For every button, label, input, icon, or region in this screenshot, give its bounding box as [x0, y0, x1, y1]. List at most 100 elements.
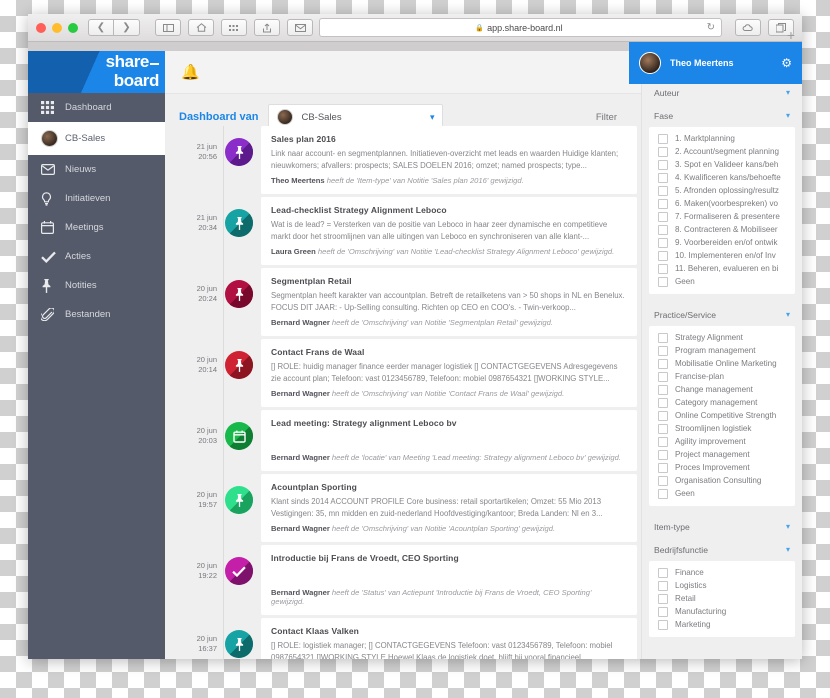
mail-icon[interactable]	[287, 19, 313, 36]
filter-option[interactable]: 10. Implementeren en/of Inv	[649, 249, 795, 262]
filter-option[interactable]: 2. Account/segment planning	[649, 145, 795, 158]
bell-icon[interactable]: 🔔	[181, 63, 200, 81]
checkbox[interactable]	[658, 449, 668, 460]
filter-option[interactable]: 6. Maken(voorbespreken) vo	[649, 197, 795, 210]
checkbox[interactable]	[658, 211, 668, 222]
feed-item[interactable]: 21 jun 20:56 Sales plan 2016 Link naar acco…	[175, 126, 641, 198]
filter-option[interactable]: Program management	[649, 344, 795, 357]
checkbox[interactable]	[658, 332, 668, 343]
filter-option[interactable]: Strategy Alignment	[649, 331, 795, 344]
feed-item-card[interactable]: Acountplan Sporting Klant sinds 2014 ACCO…	[261, 474, 637, 542]
filter-option[interactable]: Retail	[649, 592, 795, 605]
chevron-down-icon[interactable]: ▾	[430, 112, 435, 123]
filter-group-practice-service[interactable]: Practice/Service ▾	[642, 303, 802, 326]
sidebar-item-meetings[interactable]: Meetings	[28, 213, 165, 242]
feed-item-card[interactable]: Lead meeting: Strategy alignment Leboco …	[261, 410, 637, 471]
checkbox[interactable]	[658, 133, 668, 144]
chevron-down-icon[interactable]: ▾	[786, 111, 790, 120]
filter-option[interactable]: Project management	[649, 448, 795, 461]
chevron-down-icon[interactable]: ▾	[786, 88, 790, 97]
checkbox[interactable]	[658, 593, 668, 604]
forward-icon[interactable]: ❯	[114, 19, 140, 36]
filter-option[interactable]: 5. Afronden oplossing/resultz	[649, 184, 795, 197]
checkbox[interactable]	[658, 384, 668, 395]
sidebar-item-notities[interactable]: Notities	[28, 271, 165, 300]
checkbox[interactable]	[658, 606, 668, 617]
checkbox[interactable]	[658, 237, 668, 248]
filter-option[interactable]: Logistics	[649, 579, 795, 592]
checkbox[interactable]	[658, 276, 668, 287]
checkbox[interactable]	[658, 567, 668, 578]
filter-option[interactable]: 8. Contracteren & Mobiliseer	[649, 223, 795, 236]
checkbox[interactable]	[658, 250, 668, 261]
checkbox[interactable]	[658, 462, 668, 473]
sidebar-item-acties[interactable]: Acties	[28, 242, 165, 271]
checkbox[interactable]	[658, 619, 668, 630]
filter-option[interactable]: Mobilisatie Online Marketing	[649, 357, 795, 370]
filter-group-item-type[interactable]: Item-type ▾	[642, 515, 802, 538]
checkbox[interactable]	[658, 423, 668, 434]
back-icon[interactable]: ❮	[88, 19, 114, 36]
feed-item[interactable]: 20 jun 19:57 Acountplan Sporting Klant sind…	[175, 474, 641, 546]
filter-option[interactable]: Geen	[649, 487, 795, 500]
feed-item[interactable]: 20 jun 16:37 Contact Klaas Valken [] ROLE: …	[175, 618, 641, 659]
maximize-window-button[interactable]	[68, 22, 78, 33]
checkbox[interactable]	[658, 397, 668, 408]
filter-option[interactable]: Category management	[649, 396, 795, 409]
filter-option[interactable]: Finance	[649, 566, 795, 579]
checkbox[interactable]	[658, 263, 668, 274]
checkbox[interactable]	[658, 224, 668, 235]
chevron-down-icon[interactable]: ▾	[786, 310, 790, 319]
filter-option[interactable]: 4. Kwalificeren kans/behoefte	[649, 171, 795, 184]
filter-group-bedrijfsfunctie[interactable]: Bedrijfsfunctie ▾	[642, 538, 802, 561]
activity-feed[interactable]: 21 jun 20:56 Sales plan 2016 Link naar acco…	[165, 126, 641, 659]
sidebar-item-nieuws[interactable]: Nieuws	[28, 155, 165, 184]
filter-option[interactable]: Geen	[649, 275, 795, 288]
gear-icon[interactable]: ⚙	[781, 56, 792, 70]
checkbox[interactable]	[658, 475, 668, 486]
minimize-window-button[interactable]	[52, 22, 62, 33]
plus-icon[interactable]: +	[787, 27, 795, 43]
chevron-down-icon[interactable]: ▾	[786, 545, 790, 554]
feed-item[interactable]: 20 jun 20:14 Contact Frans de Waal [] ROLE:…	[175, 339, 641, 411]
feed-item-card[interactable]: Introductie bij Frans de Vroedt, CEO Spo…	[261, 545, 637, 615]
feed-item[interactable]: 20 jun 19:22 Introductie bij Frans de Vroe…	[175, 545, 641, 619]
filter-label[interactable]: Filter	[596, 112, 617, 123]
filter-option[interactable]: Stroomlijnen logistiek	[649, 422, 795, 435]
checkbox[interactable]	[658, 410, 668, 421]
filter-option[interactable]: 3. Spot en Valideer kans/beh	[649, 158, 795, 171]
sidebar-item-cb-sales[interactable]: CB-Sales	[28, 122, 165, 155]
feed-item-card[interactable]: Segmentplan Retail Segmentplan heeft kara…	[261, 268, 637, 336]
feed-item-card[interactable]: Lead-checklist Strategy Alignment Leboco…	[261, 197, 637, 265]
filter-option[interactable]: 11. Beheren, evalueren en bi	[649, 262, 795, 275]
close-window-button[interactable]	[36, 22, 46, 33]
filter-option[interactable]: 9. Voorbereiden en/of ontwik	[649, 236, 795, 249]
filter-group-auteur[interactable]: Auteur ▾	[642, 81, 802, 104]
feed-item-card[interactable]: Sales plan 2016 Link naar account- en seg…	[261, 126, 637, 194]
address-bar[interactable]: 🔒 app.share-board.nl ↻	[319, 18, 722, 37]
share-icon[interactable]	[254, 19, 280, 36]
filter-option[interactable]: Change management	[649, 383, 795, 396]
filter-option[interactable]: 7. Formaliseren & presentere	[649, 210, 795, 223]
sidebar-item-dashboard[interactable]: Dashboard	[28, 93, 165, 122]
home-icon[interactable]	[188, 19, 214, 36]
user-bar[interactable]: Theo Meertens ⚙	[629, 42, 802, 84]
checkbox[interactable]	[658, 146, 668, 157]
filter-option[interactable]: Agility improvement	[649, 435, 795, 448]
checkbox[interactable]	[658, 185, 668, 196]
feed-item[interactable]: 20 jun 20:24 Segmentplan Retail Segmentplan…	[175, 268, 641, 340]
grid-icon[interactable]	[221, 19, 247, 36]
navigation-buttons[interactable]: ❮ ❯	[88, 19, 140, 36]
sidebar-item-initiatieven[interactable]: Initiatieven	[28, 184, 165, 213]
checkbox[interactable]	[658, 580, 668, 591]
sidebar-item-bestanden[interactable]: Bestanden	[28, 300, 165, 329]
filter-option[interactable]: Proces Improvement	[649, 461, 795, 474]
window-controls[interactable]	[36, 22, 78, 33]
checkbox[interactable]	[658, 198, 668, 209]
sidebar-icon[interactable]	[155, 19, 181, 36]
checkbox[interactable]	[658, 345, 668, 356]
filter-option[interactable]: 1. Marktplanning	[649, 132, 795, 145]
checkbox[interactable]	[658, 371, 668, 382]
feed-item-card[interactable]: Contact Frans de Waal [] ROLE: huidig man…	[261, 339, 637, 407]
chevron-down-icon[interactable]: ▾	[786, 522, 790, 531]
